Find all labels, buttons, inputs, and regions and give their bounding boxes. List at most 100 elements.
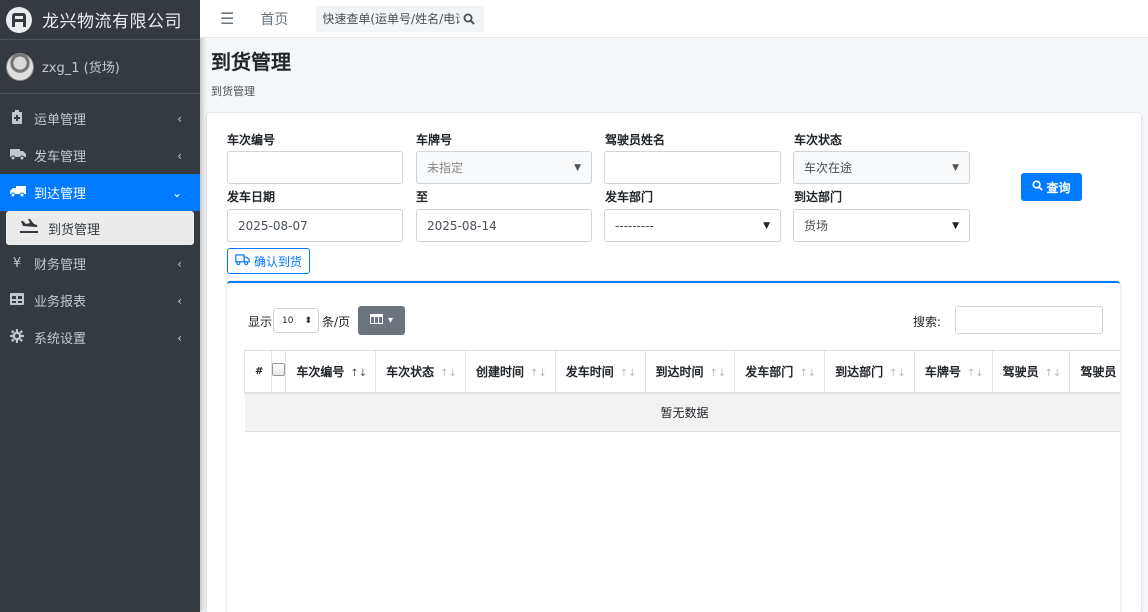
arrive-dept-select[interactable]: 货场 ▼ [793, 209, 970, 242]
quick-search [316, 5, 485, 32]
sort-icon: ↑↓ [966, 367, 984, 379]
depart-dept-select-value: --------- [615, 218, 654, 233]
sort-icon: ↑↓ [799, 367, 817, 379]
col-plate[interactable]: 车牌号 ↑↓ [913, 350, 993, 394]
menu-toggle-icon[interactable]: ☰ [220, 9, 234, 28]
plate-select-value: 未指定 [427, 161, 464, 175]
confirm-arrival-button[interactable]: 确认到货 [227, 248, 311, 274]
status-select[interactable]: 车次在途 ▼ [793, 151, 970, 184]
gear-icon [10, 328, 24, 347]
chevron-left-icon: ‹ [177, 256, 182, 271]
sidebar-subitem-label: 到货管理 [48, 222, 101, 238]
col-driver[interactable]: 驾驶员 ↑↓ [991, 350, 1070, 394]
caret-down-icon: ▼ [574, 162, 581, 173]
plane-landing-icon [20, 219, 38, 237]
table-row: 暂无数据 [244, 392, 1120, 432]
sidebar-item-settings[interactable]: 系统设置 ‹ [0, 319, 200, 356]
status-select-value: 车次在途 [804, 161, 853, 175]
col-trip-status[interactable]: 车次状态 ↑↓ [375, 350, 466, 394]
depart-dept-select[interactable]: --------- ▼ [604, 209, 781, 242]
sidebar-item-arrival[interactable]: 到达管理 ⌄ [0, 174, 200, 211]
yen-icon: ¥ [12, 256, 22, 271]
show-label: 显示 [248, 315, 273, 329]
sort-icon: ↑↓ [619, 367, 637, 379]
table-search-input[interactable] [955, 306, 1103, 334]
col-arrive-dept[interactable]: 到达部门 ↑↓ [824, 350, 915, 394]
brand[interactable]: 龙兴物流有限公司 [0, 0, 200, 40]
top-navbar: ☰ 首页 [200, 0, 1148, 38]
plate-label: 车牌号 [416, 133, 453, 147]
caret-down-icon: ▾ [387, 315, 394, 326]
user-panel[interactable]: zxg_1 (货场) [0, 40, 200, 94]
table-search-label: 搜索: [913, 315, 942, 329]
brand-logo-icon [6, 6, 32, 33]
col-index: # [243, 350, 272, 394]
quick-search-input[interactable] [322, 11, 461, 26]
caret-down-icon: ▼ [952, 220, 959, 231]
sidebar-item-dispatch[interactable]: 发车管理 ‹ [0, 137, 200, 174]
sort-icon: ↑↓ [440, 367, 457, 379]
sidebar-item-label: 业务报表 [34, 295, 87, 310]
col-driver-2[interactable]: 驾驶员 [1069, 350, 1120, 394]
per-page-label: 条/页 [322, 315, 351, 329]
sidebar-item-label: 到达管理 [34, 187, 87, 202]
col-select-all[interactable] [271, 350, 286, 394]
to-label: 至 [416, 190, 429, 204]
query-button[interactable]: 查询 [1021, 173, 1082, 201]
select-all-checkbox[interactable] [272, 363, 286, 377]
chevron-left-icon: ‹ [177, 148, 182, 163]
col-created-time[interactable]: 创建时间 ↑↓ [464, 350, 556, 394]
depart-date-to-input[interactable]: 2025-08-14 [416, 209, 592, 242]
search-icon[interactable] [460, 10, 478, 28]
sort-icon: ↑↓ [889, 367, 906, 379]
home-link[interactable]: 首页 [260, 9, 288, 29]
depart-date-from-input[interactable]: 2025-08-07 [227, 209, 403, 242]
col-label: 驾驶员 [1080, 364, 1117, 379]
col-label: 发车时间 [565, 364, 614, 379]
clipboard-icon [10, 109, 24, 128]
col-depart-time[interactable]: 发车时间 ↑↓ [554, 350, 646, 394]
sidebar-item-reports[interactable]: 业务报表 ‹ [0, 282, 200, 319]
table-toolbar: 显示 10 ⬍ 条/页 ▾ 搜索: [227, 305, 1120, 335]
sidebar-subitem-goods-arrival[interactable]: 到货管理 [6, 211, 194, 245]
truck-icon [10, 148, 26, 164]
content-header: 到货管理 到货管理 [211, 46, 291, 99]
data-table: # 车次编号 ↑↓ 车次状态 ↑↓ 创建时间 ↑↓ 发车时间 ↑↓ 到达时间 ↑↓ 发车部… [243, 350, 1120, 432]
col-arrive-time[interactable]: 到达时间 ↑↓ [644, 350, 735, 394]
table-card: 显示 10 ⬍ 条/页 ▾ 搜索: # 车次编号 ↑↓ 车次状态 ↑↓ 创建时间… [227, 281, 1120, 612]
sidebar-item-finance[interactable]: ¥ 财务管理 ‹ [0, 245, 200, 282]
trip-no-input[interactable] [227, 151, 403, 184]
updown-icon: ⬍ [304, 315, 312, 326]
col-depart-dept[interactable]: 发车部门 ↑↓ [734, 350, 825, 394]
table-icon [10, 292, 24, 309]
col-label: 驾驶员 [1002, 364, 1039, 379]
page-size-select[interactable]: 10 ⬍ [273, 308, 319, 333]
sidebar-item-label: 系统设置 [34, 332, 87, 347]
breadcrumb: 到货管理 [211, 85, 255, 98]
col-label: 车次编号 [296, 364, 345, 379]
chevron-left-icon: ‹ [177, 293, 182, 308]
sort-asc-icon: ↑↓ [350, 367, 368, 379]
col-trip-no[interactable]: 车次编号 ↑↓ [285, 350, 376, 394]
sort-icon: ↑↓ [1044, 367, 1062, 379]
chevron-left-icon: ‹ [177, 330, 182, 345]
sidebar-item-label: 运单管理 [34, 113, 87, 128]
truck-icon [235, 254, 250, 268]
driver-input[interactable] [604, 151, 781, 184]
sidebar-item-label: 财务管理 [34, 258, 87, 273]
caret-down-icon: ▼ [763, 220, 770, 231]
brand-name: 龙兴物流有限公司 [42, 12, 182, 32]
filter-card: 车次编号 车牌号 未指定 ▼ 驾驶员姓名 车次状态 车次在途 ▼ 发车日期 20… [207, 113, 1141, 612]
plate-select[interactable]: 未指定 ▼ [416, 151, 592, 184]
column-toggle-button[interactable]: ▾ [358, 306, 405, 335]
col-label: 创建时间 [475, 364, 524, 379]
sort-icon: ↑↓ [709, 367, 727, 379]
driver-label: 驾驶员姓名 [605, 133, 666, 147]
sidebar-item-waybill[interactable]: 运单管理 ‹ [0, 100, 200, 137]
table-header-row: # 车次编号 ↑↓ 车次状态 ↑↓ 创建时间 ↑↓ 发车时间 ↑↓ 到达时间 ↑↓ 发车部… [243, 350, 1120, 394]
col-label: 发车部门 [745, 364, 794, 379]
empty-message: 暂无数据 [244, 392, 1120, 432]
status-label: 车次状态 [794, 133, 843, 147]
user-name: zxg_1 (货场) [42, 61, 120, 76]
avatar [6, 52, 34, 81]
